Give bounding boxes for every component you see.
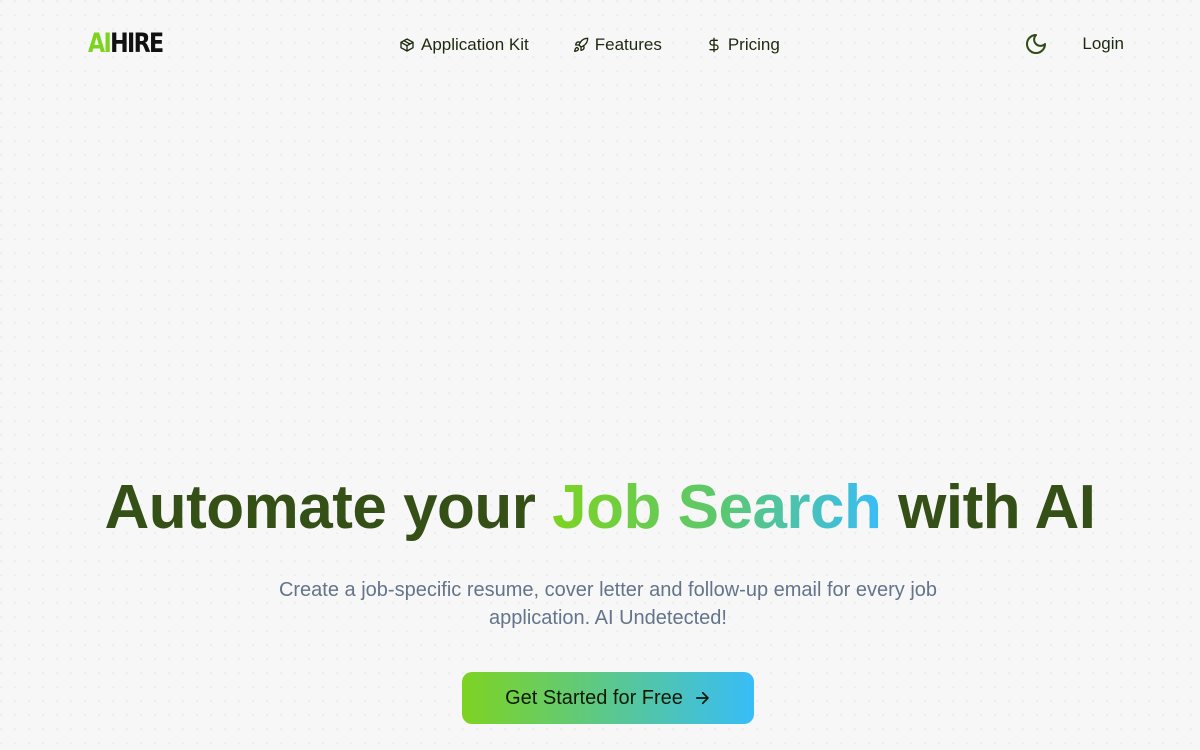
logo-hire: HIRE (110, 28, 164, 59)
nav-features[interactable]: Features (573, 34, 662, 56)
moon-icon[interactable] (1024, 32, 1048, 56)
nav-pricing[interactable]: Pricing (706, 34, 780, 56)
get-started-button[interactable]: Get Started for Free (462, 672, 754, 724)
nav-pricing-label: Pricing (727, 35, 780, 54)
hero-subtitle: Create a job-specific resume, cover lett… (278, 579, 938, 629)
hero-title-end: with AI (898, 473, 1096, 542)
package-icon (400, 38, 414, 52)
rocket-icon (573, 37, 589, 52)
hero-title-start: Automate your (104, 473, 536, 542)
nav-right: Login (1024, 32, 1124, 56)
arrow-right-icon (695, 691, 709, 705)
nav-features-label: Features (594, 35, 662, 54)
hero-title: Automate your Job Search with AI (0, 470, 1200, 546)
nav-application-kit[interactable]: Application Kit (399, 34, 529, 56)
logo[interactable]: AIHIRE (88, 28, 164, 59)
get-started-label: Get Started for Free (505, 686, 683, 709)
hero-title-highlight: Job Search (552, 473, 882, 542)
navbar: AIHIRE Application Kit Features Pricing (0, 0, 1200, 90)
login-link[interactable]: Login (1082, 34, 1124, 54)
dollar-icon (709, 37, 719, 53)
nav-application-kit-label: Application Kit (421, 35, 529, 54)
nav-links: Application Kit Features Pricing (399, 34, 780, 56)
logo-ai: AI (88, 28, 112, 59)
